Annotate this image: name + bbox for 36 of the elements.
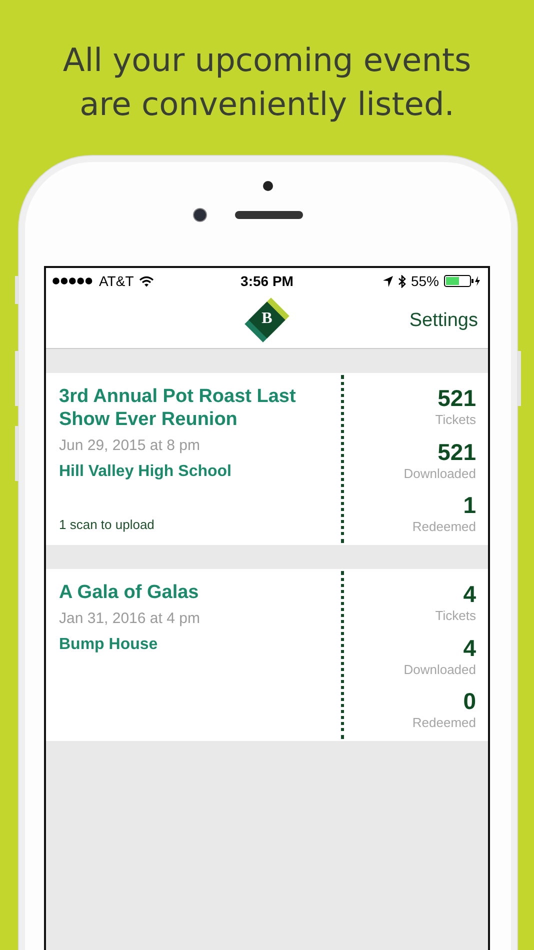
bluetooth-icon (398, 274, 406, 288)
logo: B (246, 299, 288, 341)
stat-value: 4 (463, 581, 476, 607)
signal-icon (52, 277, 94, 285)
stat-label: Redeemed (412, 714, 476, 731)
event-title: A Gala of Galas (59, 581, 200, 604)
stat-value: 0 (463, 688, 476, 714)
event-card[interactable]: A Gala of Galas Jan 31, 2016 at 4 pm Bump House 4 Tickets 4 Downloaded 0 Redeemed (46, 569, 488, 741)
stat-label: Tickets (435, 607, 476, 624)
stat-label: Downloaded (404, 464, 476, 482)
event-venue: Hill Valley High School (59, 463, 232, 481)
camera-icon (193, 208, 207, 222)
event-date: Jun 29, 2015 at 8 pm (59, 437, 201, 454)
event-date: Jan 31, 2016 at 4 pm (59, 610, 201, 627)
event-title: 3rd Annual Pot Roast Last Show Ever Reunion (59, 385, 297, 431)
headline: All your upcoming events (62, 40, 472, 81)
stat-value: 521 (438, 385, 476, 411)
headline: are conveniently listed. (80, 84, 454, 125)
settings-button[interactable]: Settings (409, 310, 478, 332)
event-venue: Bump House (59, 636, 159, 654)
sensor-dot (263, 181, 273, 191)
stat-label: Downloaded (404, 660, 476, 678)
wifi-icon (138, 276, 154, 286)
status-time: 3:56 PM (240, 273, 294, 289)
speaker-grille (235, 211, 303, 219)
carrier: AT&T (99, 273, 134, 289)
stat-value: 4 (463, 634, 476, 660)
battery-icon (444, 275, 482, 287)
event-card[interactable]: 3rd Annual Pot Roast Last Show Ever Reunion Jun 29, 2015 at 8 pm Hill Valley High School 1 scan to upload 521 Tickets 521 Downloaded 1 Redeemed (46, 373, 488, 545)
battery-percent: 55% (410, 273, 439, 289)
stat-value: 1 (463, 492, 476, 518)
upload-note: 1 scan to upload (59, 517, 156, 532)
location-arrow-icon (382, 276, 393, 286)
stat-value: 521 (438, 438, 476, 464)
stat-label: Redeemed (412, 518, 476, 535)
stat-label: Tickets (435, 411, 476, 428)
